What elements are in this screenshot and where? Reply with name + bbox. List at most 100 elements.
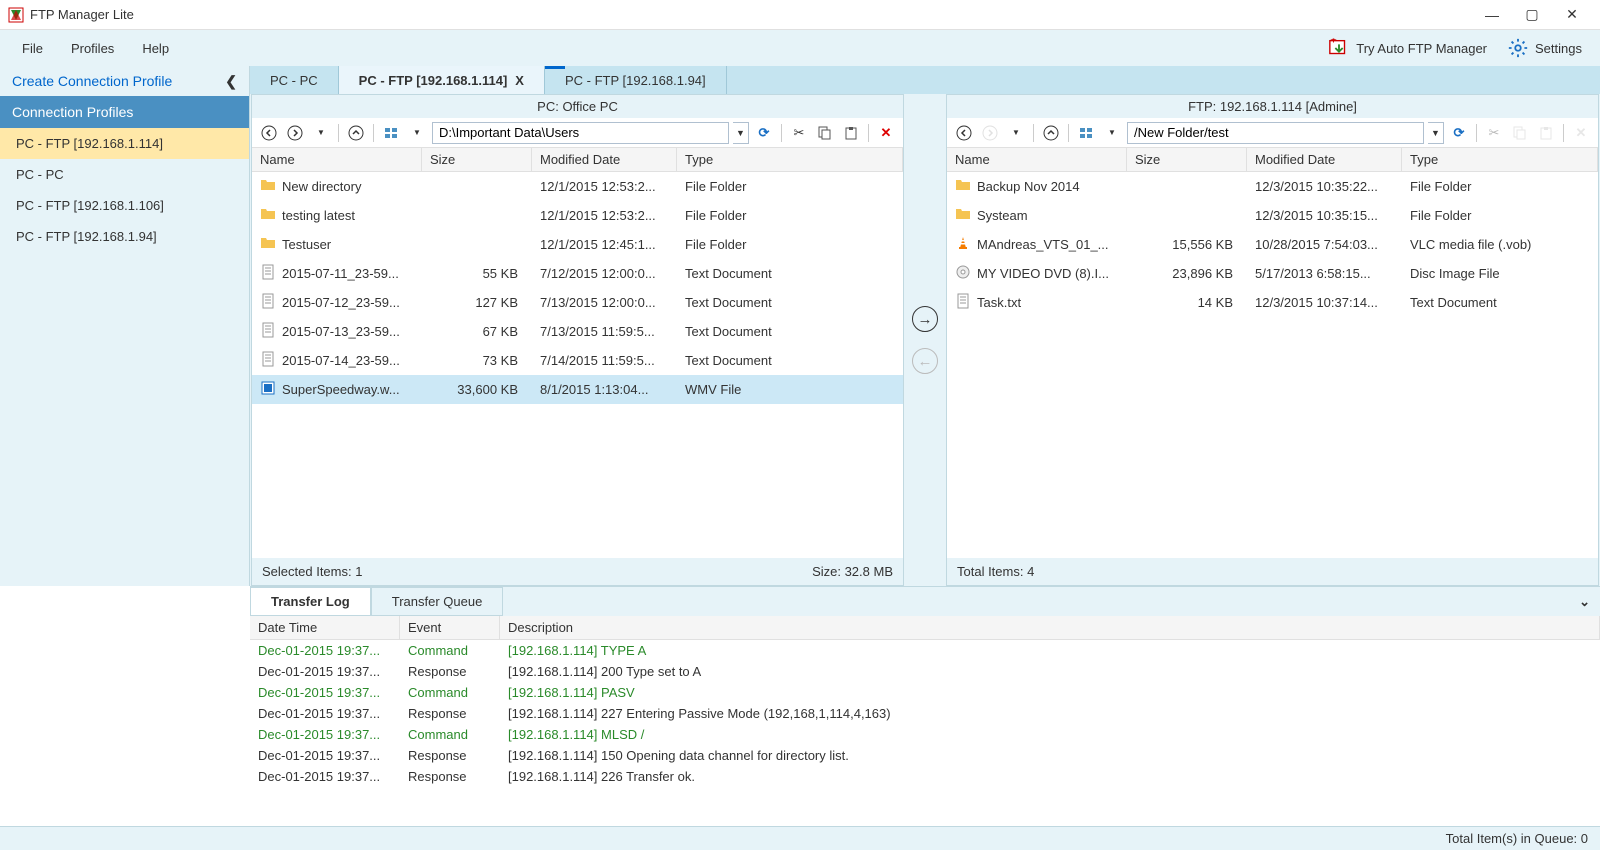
file-row[interactable]: Task.txt14 KB12/3/2015 10:37:14...Text D… xyxy=(947,288,1598,317)
create-profile-link[interactable]: Create Connection Profile xyxy=(12,73,172,89)
paste-button[interactable] xyxy=(840,122,862,144)
gear-icon xyxy=(1507,37,1529,59)
history-dropdown[interactable]: ▼ xyxy=(310,122,332,144)
bottom-collapse-button[interactable]: ⌄ xyxy=(1569,590,1600,614)
log-list[interactable]: Dec-01-2015 19:37...Command[192.168.1.11… xyxy=(250,640,1600,826)
log-col-event[interactable]: Event xyxy=(400,616,500,639)
tab-transfer-queue[interactable]: Transfer Queue xyxy=(371,587,504,616)
file-row[interactable]: 2015-07-11_23-59...55 KB7/12/2015 12:00:… xyxy=(252,259,903,288)
file-row[interactable]: Backup Nov 201412/3/2015 10:35:22...File… xyxy=(947,172,1598,201)
col-name[interactable]: Name xyxy=(252,148,422,171)
local-path-input[interactable] xyxy=(432,122,729,144)
sidebar-item[interactable]: PC - PC xyxy=(0,159,249,190)
refresh-button[interactable]: ⟳ xyxy=(1448,122,1470,144)
remote-path-input[interactable] xyxy=(1127,122,1424,144)
refresh-button[interactable]: ⟳ xyxy=(753,122,775,144)
connection-tab[interactable]: PC - FTP [192.168.1.114]X xyxy=(339,66,545,94)
remote-file-header: Name Size Modified Date Type xyxy=(947,148,1598,172)
file-row[interactable]: testing latest12/1/2015 12:53:2...File F… xyxy=(252,201,903,230)
up-button[interactable] xyxy=(1040,122,1062,144)
close-button[interactable]: ✕ xyxy=(1552,1,1592,29)
copy-button[interactable] xyxy=(1509,122,1531,144)
file-row[interactable]: 2015-07-13_23-59...67 KB7/13/2015 11:59:… xyxy=(252,317,903,346)
transfer-left-button[interactable]: ← xyxy=(912,348,938,374)
tab-close-icon[interactable]: X xyxy=(515,73,524,88)
path-dropdown[interactable]: ▼ xyxy=(1428,122,1444,144)
file-row[interactable]: SuperSpeedway.w...33,600 KB8/1/2015 1:13… xyxy=(252,375,903,404)
up-button[interactable] xyxy=(345,122,367,144)
col-size[interactable]: Size xyxy=(1127,148,1247,171)
iso-icon xyxy=(955,264,971,283)
txt-icon xyxy=(260,264,276,283)
menu-file[interactable]: File xyxy=(8,35,57,62)
back-button[interactable] xyxy=(953,122,975,144)
sidebar-collapse-button[interactable]: ❮ xyxy=(225,73,237,90)
col-size[interactable]: Size xyxy=(422,148,532,171)
remote-status-left: Total Items: 4 xyxy=(957,564,1034,579)
back-button[interactable] xyxy=(258,122,280,144)
menu-profiles[interactable]: Profiles xyxy=(57,35,128,62)
wmv-icon xyxy=(260,380,276,399)
cut-button[interactable]: ✂ xyxy=(1483,122,1505,144)
remote-file-list[interactable]: Backup Nov 201412/3/2015 10:35:22...File… xyxy=(947,172,1598,558)
view-button[interactable] xyxy=(1075,122,1097,144)
try-auto-button[interactable]: Try Auto FTP Manager xyxy=(1318,33,1497,63)
history-dropdown[interactable]: ▼ xyxy=(1005,122,1027,144)
connection-tab[interactable]: PC - PC xyxy=(250,66,339,94)
folder-icon xyxy=(260,235,276,254)
view-dropdown[interactable]: ▼ xyxy=(406,122,428,144)
copy-button[interactable] xyxy=(814,122,836,144)
log-row[interactable]: Dec-01-2015 19:37...Command[192.168.1.11… xyxy=(250,640,1600,661)
cut-button[interactable]: ✂ xyxy=(788,122,810,144)
window-title: FTP Manager Lite xyxy=(30,7,1472,22)
sidebar-item[interactable]: PC - FTP [192.168.1.94] xyxy=(0,221,249,252)
view-dropdown[interactable]: ▼ xyxy=(1101,122,1123,144)
minimize-button[interactable]: — xyxy=(1472,1,1512,29)
col-type[interactable]: Type xyxy=(677,148,903,171)
col-type[interactable]: Type xyxy=(1402,148,1598,171)
forward-button[interactable] xyxy=(284,122,306,144)
folder-icon xyxy=(955,206,971,225)
log-row[interactable]: Dec-01-2015 19:37...Response[192.168.1.1… xyxy=(250,703,1600,724)
log-row[interactable]: Dec-01-2015 19:37...Response[192.168.1.1… xyxy=(250,766,1600,787)
file-row[interactable]: Testuser12/1/2015 12:45:1...File Folder xyxy=(252,230,903,259)
forward-button[interactable] xyxy=(979,122,1001,144)
path-dropdown[interactable]: ▼ xyxy=(733,122,749,144)
file-row[interactable]: 2015-07-12_23-59...127 KB7/13/2015 12:00… xyxy=(252,288,903,317)
txt-icon xyxy=(260,322,276,341)
local-pane: PC: Office PC ▼ ▼ ▼ ⟳ ✂ xyxy=(251,94,904,586)
txt-icon xyxy=(260,293,276,312)
file-row[interactable]: MAndreas_VTS_01_...15,556 KB10/28/2015 7… xyxy=(947,230,1598,259)
col-name[interactable]: Name xyxy=(947,148,1127,171)
log-col-description[interactable]: Description xyxy=(500,616,1600,639)
file-row[interactable]: New directory12/1/2015 12:53:2...File Fo… xyxy=(252,172,903,201)
folder-icon xyxy=(260,206,276,225)
file-row[interactable]: MY VIDEO DVD (8).I...23,896 KB5/17/2013 … xyxy=(947,259,1598,288)
paste-button[interactable] xyxy=(1535,122,1557,144)
sidebar-item[interactable]: PC - FTP [192.168.1.106] xyxy=(0,190,249,221)
view-button[interactable] xyxy=(380,122,402,144)
transfer-right-button[interactable]: → xyxy=(912,306,938,332)
settings-button[interactable]: Settings xyxy=(1497,33,1592,63)
tab-transfer-log[interactable]: Transfer Log xyxy=(250,587,371,616)
sidebar-item[interactable]: PC - FTP [192.168.1.114] xyxy=(0,128,249,159)
auto-ftp-icon xyxy=(1328,37,1350,59)
delete-button[interactable]: ✕ xyxy=(875,122,897,144)
log-row[interactable]: Dec-01-2015 19:37...Response[192.168.1.1… xyxy=(250,745,1600,766)
log-row[interactable]: Dec-01-2015 19:37...Command[192.168.1.11… xyxy=(250,682,1600,703)
log-row[interactable]: Dec-01-2015 19:37...Command[192.168.1.11… xyxy=(250,724,1600,745)
file-row[interactable]: 2015-07-14_23-59...73 KB7/14/2015 11:59:… xyxy=(252,346,903,375)
log-col-datetime[interactable]: Date Time xyxy=(250,616,400,639)
local-file-list[interactable]: New directory12/1/2015 12:53:2...File Fo… xyxy=(252,172,903,558)
sidebar-section-header: Connection Profiles xyxy=(0,96,249,128)
col-date[interactable]: Modified Date xyxy=(532,148,677,171)
menubar: File Profiles Help Try Auto FTP Manager … xyxy=(0,30,1600,66)
col-date[interactable]: Modified Date xyxy=(1247,148,1402,171)
local-status-right: Size: 32.8 MB xyxy=(812,564,893,579)
file-row[interactable]: Systeam12/3/2015 10:35:15...File Folder xyxy=(947,201,1598,230)
delete-button[interactable]: ✕ xyxy=(1570,122,1592,144)
menu-help[interactable]: Help xyxy=(128,35,183,62)
maximize-button[interactable]: ▢ xyxy=(1512,1,1552,29)
connection-tab[interactable]: PC - FTP [192.168.1.94] xyxy=(545,66,727,94)
log-row[interactable]: Dec-01-2015 19:37...Response[192.168.1.1… xyxy=(250,661,1600,682)
